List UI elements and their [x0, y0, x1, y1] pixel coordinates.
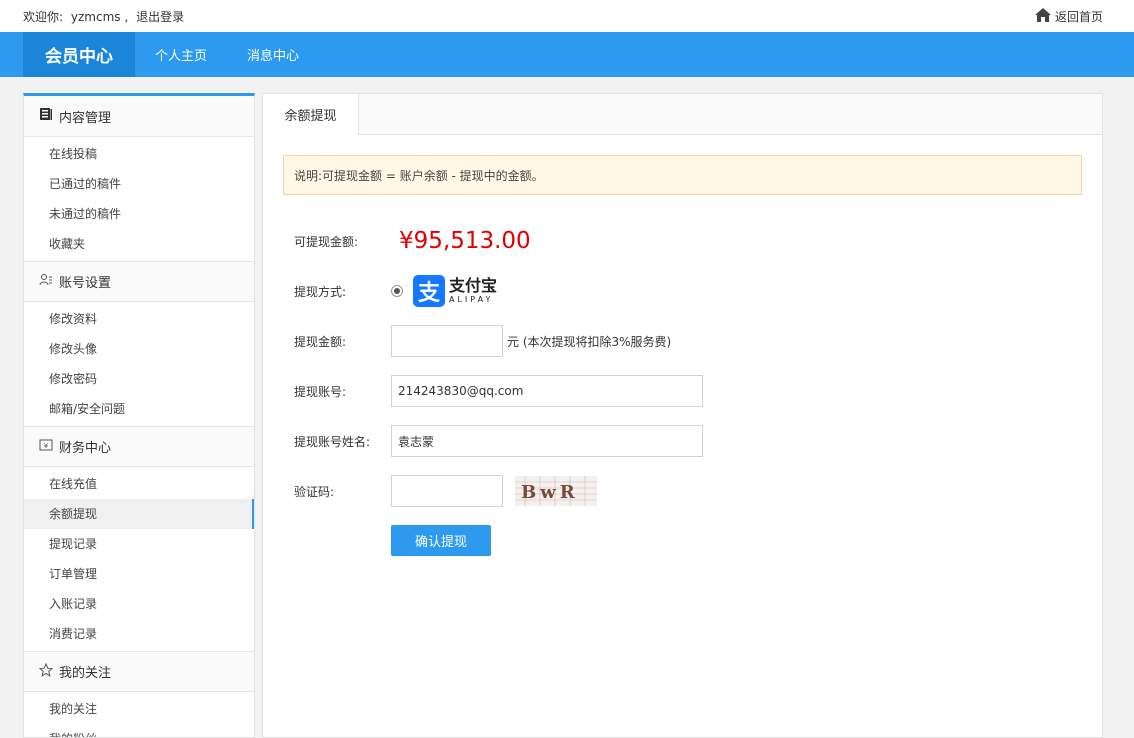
- notice-box: 说明:可提现金额 = 账户余额 - 提现中的金额。: [283, 155, 1082, 195]
- logout-link[interactable]: 退出登录: [136, 10, 184, 24]
- alipay-logo: 支 支付宝 ALIPAY: [413, 275, 497, 307]
- captcha-image[interactable]: BwR: [515, 476, 597, 506]
- sidebar-item-submit[interactable]: 在线投稿: [24, 139, 254, 169]
- brand-title[interactable]: 会员中心: [23, 32, 135, 77]
- home-icon: [1034, 7, 1051, 25]
- alipay-name-cn: 支付宝: [449, 276, 498, 295]
- captcha-text: BwR: [521, 482, 579, 503]
- content-panel: 余额提现 说明:可提现金额 = 账户余额 - 提现中的金额。 可提现金额: ¥9…: [262, 93, 1103, 738]
- withdraw-form: 可提现金额: ¥95,513.00 提现方式: 支 支付宝 ALIPAY 提现金…: [263, 225, 1102, 556]
- amount-label: 提现金额:: [294, 334, 347, 349]
- sidebar-item-edit-avatar[interactable]: 修改头像: [24, 334, 254, 364]
- sidebar-group-follow[interactable]: 我的关注: [24, 651, 254, 692]
- method-label: 提现方式:: [294, 284, 347, 299]
- sidebar-item-spending-records[interactable]: 消费记录: [24, 619, 254, 649]
- available-amount-value: ¥95,513.00: [399, 228, 531, 254]
- sidebar-item-withdraw-records[interactable]: 提现记录: [24, 529, 254, 559]
- document-icon: [39, 107, 53, 125]
- welcome-text: 欢迎你: yzmcms, 退出登录: [23, 8, 188, 25]
- sidebar-group-label: 财务中心: [59, 441, 112, 456]
- sidebar-item-orders[interactable]: 订单管理: [24, 559, 254, 589]
- sidebar-item-withdraw[interactable]: 余额提现: [24, 499, 254, 529]
- wallet-icon: ¥: [39, 438, 53, 456]
- main-nav: 会员中心 个人主页 消息中心: [0, 32, 1134, 77]
- amount-input[interactable]: [391, 325, 503, 357]
- sidebar-item-approved[interactable]: 已通过的稿件: [24, 169, 254, 199]
- tab-withdraw[interactable]: 余额提现: [263, 94, 359, 135]
- alipay-icon: 支: [413, 275, 445, 307]
- sidebar-group-finance[interactable]: ¥ 财务中心: [24, 426, 254, 467]
- sidebar-group-label: 我的关注: [59, 666, 112, 681]
- welcome-prefix: 欢迎你:: [23, 9, 64, 24]
- sidebar-item-edit-password[interactable]: 修改密码: [24, 364, 254, 394]
- sidebar-group-content[interactable]: 内容管理: [24, 96, 254, 137]
- tab-bar: 余额提现: [263, 94, 1102, 135]
- sidebar-group-label: 账号设置: [59, 276, 112, 291]
- captcha-label: 验证码:: [294, 484, 335, 499]
- amount-unit-note: 元 (本次提现将扣除3%服务费): [507, 334, 672, 349]
- sidebar-item-favorites[interactable]: 收藏夹: [24, 229, 254, 259]
- available-amount-label: 可提现金额:: [294, 234, 359, 249]
- sidebar-group-account[interactable]: 账号设置: [24, 261, 254, 302]
- captcha-input[interactable]: [391, 475, 503, 507]
- account-input[interactable]: [391, 375, 703, 407]
- svg-text:¥: ¥: [44, 442, 49, 450]
- username: yzmcms: [70, 9, 121, 24]
- sidebar-item-recharge[interactable]: 在线充值: [24, 469, 254, 499]
- sidebar-item-following[interactable]: 我的关注: [24, 694, 254, 724]
- user-list-icon: [39, 273, 53, 291]
- account-label: 提现账号:: [294, 384, 347, 399]
- nav-item-messages[interactable]: 消息中心: [227, 32, 319, 77]
- sidebar-item-followers[interactable]: 我的粉丝: [24, 724, 254, 737]
- nav-item-profile[interactable]: 个人主页: [135, 32, 227, 77]
- account-name-label: 提现账号姓名:: [294, 434, 371, 449]
- sidebar: 内容管理 在线投稿 已通过的稿件 未通过的稿件 收藏夹 账号设置 修改资料 修改…: [23, 93, 255, 738]
- star-icon: [38, 662, 54, 681]
- sidebar-item-rejected[interactable]: 未通过的稿件: [24, 199, 254, 229]
- sidebar-item-income-records[interactable]: 入账记录: [24, 589, 254, 619]
- sidebar-group-label: 内容管理: [59, 110, 112, 126]
- sidebar-item-email-security[interactable]: 邮箱/安全问题: [24, 394, 254, 424]
- home-link-label: 返回首页: [1054, 9, 1103, 24]
- home-link[interactable]: 返回首页: [1034, 7, 1103, 25]
- confirm-withdraw-button[interactable]: 确认提现: [391, 525, 491, 556]
- main-area: 内容管理 在线投稿 已通过的稿件 未通过的稿件 收藏夹 账号设置 修改资料 修改…: [23, 93, 1103, 738]
- sidebar-item-edit-profile[interactable]: 修改资料: [24, 304, 254, 334]
- top-bar: 欢迎你: yzmcms, 退出登录 返回首页: [0, 0, 1134, 32]
- welcome-separator: ,: [124, 9, 129, 24]
- account-name-input[interactable]: [391, 425, 703, 457]
- alipay-name-en: ALIPAY: [449, 295, 494, 304]
- alipay-radio[interactable]: [391, 285, 403, 297]
